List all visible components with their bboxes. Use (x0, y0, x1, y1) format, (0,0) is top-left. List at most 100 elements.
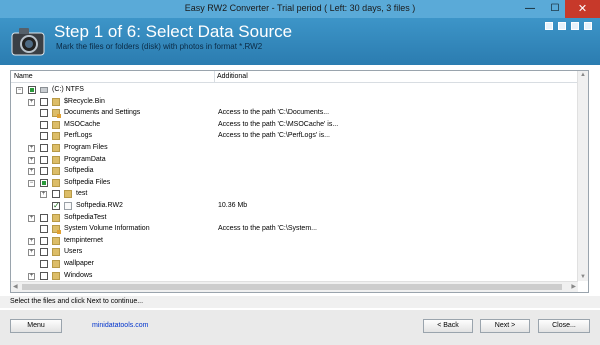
row-checkbox[interactable] (40, 236, 48, 245)
row-checkbox[interactable] (40, 155, 48, 164)
folder-icon (52, 143, 60, 152)
tree-row[interactable]: + Windows (11, 270, 578, 282)
expand-icon[interactable]: + (28, 249, 35, 257)
expand-icon[interactable]: + (28, 214, 35, 222)
folder-icon (52, 213, 60, 222)
tree-row[interactable]: − Softpedia Files (11, 177, 578, 189)
row-name: MSOCache (64, 120, 101, 128)
row-checkbox[interactable] (40, 178, 48, 187)
tree-row[interactable]: + $Recycle.Bin (11, 96, 578, 108)
column-divider[interactable] (214, 71, 215, 83)
scroll-up-icon[interactable]: ▲ (580, 72, 586, 78)
row-checkbox[interactable] (40, 97, 48, 106)
row-name: PerfLogs (64, 132, 93, 140)
tree-row[interactable]: − (C:) NTFS (11, 84, 578, 96)
status-text: Select the files and click Next to conti… (10, 298, 144, 305)
row-name: Documents and Settings (64, 109, 141, 117)
file-tree: − (C:) NTFS + $Recycle.Bin Documents and Set… (11, 84, 578, 293)
scroll-down-icon[interactable]: ▼ (580, 274, 586, 280)
row-name: SoftpediaTest (64, 213, 107, 221)
tree-row[interactable]: + Softpedia (11, 165, 578, 177)
header-icons (542, 22, 592, 32)
tree-row[interactable]: + ProgramData (11, 154, 578, 166)
tree-row[interactable]: + Program Files (11, 142, 578, 154)
row-checkbox[interactable] (28, 86, 36, 94)
collapse-icon[interactable]: − (16, 87, 23, 94)
collapse-icon[interactable]: − (28, 179, 35, 187)
folder-icon (52, 271, 60, 280)
scroll-left-icon[interactable]: ◀ (13, 283, 18, 290)
expand-icon[interactable]: + (28, 98, 35, 106)
expand-icon[interactable]: + (28, 168, 35, 176)
folder-icon (52, 178, 60, 187)
horizontal-scrollbar[interactable]: ◀ ▶ (11, 281, 578, 292)
row-checkbox[interactable] (40, 213, 48, 222)
folder-icon (52, 236, 60, 245)
row-checkbox[interactable] (40, 109, 48, 118)
tree-row[interactable]: System Volume Information Access to the p… (11, 223, 578, 235)
menu-button[interactable]: Menu (10, 319, 62, 333)
camera-icon (11, 28, 45, 56)
expand-icon[interactable]: + (28, 144, 35, 152)
row-name: $Recycle.Bin (64, 97, 105, 105)
row-additional: 10.36 Mb (218, 201, 248, 209)
locked-folder-icon (52, 109, 61, 119)
row-checkbox[interactable] (52, 190, 60, 199)
info-icon[interactable] (571, 22, 580, 30)
row-checkbox[interactable] (40, 143, 48, 152)
expand-icon[interactable]: + (28, 156, 35, 164)
row-name: Users (64, 248, 83, 256)
folder-icon (52, 155, 60, 164)
row-name: (C:) NTFS (52, 86, 84, 93)
row-name: Program Files (64, 143, 108, 151)
row-name: System Volume Information (64, 225, 150, 233)
row-checkbox[interactable] (40, 271, 48, 280)
scroll-right-icon[interactable]: ▶ (571, 283, 576, 290)
row-name: wallpaper (64, 259, 94, 267)
settings-icon[interactable] (584, 22, 592, 30)
row-name: tempinternet (64, 236, 103, 244)
row-additional: Access to the path 'C:\PerfLogs' is... (218, 132, 331, 140)
close-window-button[interactable]: ✕ (565, 0, 600, 18)
row-checkbox[interactable] (40, 259, 48, 268)
row-checkbox[interactable] (40, 132, 48, 141)
tree-row[interactable]: + Users (11, 246, 578, 258)
column-header-additional[interactable]: Additional (217, 73, 248, 80)
tree-row[interactable]: + test (11, 188, 578, 200)
row-checkbox[interactable] (40, 248, 48, 257)
tree-row[interactable]: Documents and Settings Access to the path… (11, 107, 578, 119)
column-header-name[interactable]: Name (14, 73, 33, 80)
file-icon (64, 201, 72, 210)
tree-row[interactable]: + tempinternet (11, 235, 578, 247)
expand-icon[interactable]: + (28, 237, 35, 245)
close-button[interactable]: Close... (538, 319, 590, 333)
row-name: ProgramData (64, 155, 106, 163)
row-checkbox[interactable] (52, 200, 60, 212)
next-button[interactable]: Next > (480, 319, 530, 333)
tree-row[interactable]: MSOCache Access to the path 'C:\MSOCache'… (11, 119, 578, 131)
locked-folder-icon (52, 225, 61, 235)
expand-icon[interactable]: + (40, 191, 47, 199)
minimize-button[interactable]: — (517, 0, 543, 18)
vertical-scrollbar[interactable]: ▲ ▼ (577, 71, 588, 281)
row-checkbox[interactable] (40, 120, 48, 129)
back-button[interactable]: < Back (423, 319, 473, 333)
website-link[interactable]: minidatatools.com (92, 322, 148, 329)
tree-row[interactable]: Softpedia.RW2 10.36 Mb (11, 200, 578, 212)
row-additional: Access to the path 'C:\Documents... (218, 109, 330, 117)
help-icon[interactable] (558, 22, 567, 30)
step-title: Step 1 of 6: Select Data Source (54, 22, 293, 41)
folder-icon (52, 120, 60, 129)
tree-row[interactable]: PerfLogs Access to the path 'C:\PerfLogs'… (11, 130, 578, 142)
scrollbar-thumb[interactable] (22, 284, 562, 290)
folder-icon (64, 190, 72, 199)
folder-icon (52, 259, 60, 268)
home-icon[interactable] (545, 22, 554, 30)
tree-row[interactable]: + SoftpediaTest (11, 212, 578, 224)
row-checkbox[interactable] (40, 167, 48, 176)
tree-row[interactable]: wallpaper (11, 258, 578, 270)
folder-icon (52, 167, 60, 176)
expand-icon[interactable]: + (28, 272, 35, 280)
row-name: test (76, 190, 88, 198)
row-checkbox[interactable] (40, 225, 48, 234)
